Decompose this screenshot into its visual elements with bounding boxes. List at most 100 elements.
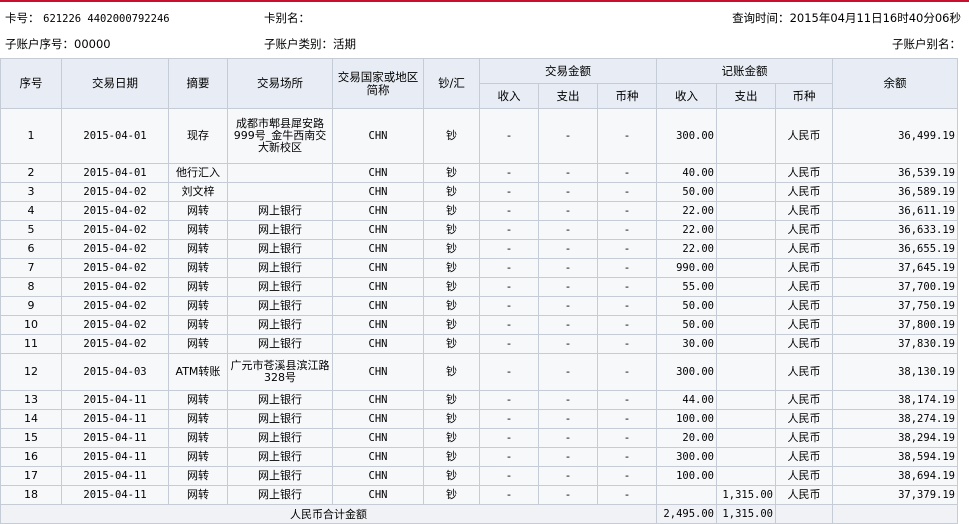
row-book-income: 300.00: [656, 447, 717, 467]
row-book-currency: 人民币: [775, 485, 833, 505]
row-country: CHN: [332, 201, 424, 221]
row-place: 网上银行: [227, 315, 333, 335]
row-summary: 网转: [168, 239, 228, 259]
row-place: 网上银行: [227, 258, 333, 278]
row-seq: 4: [0, 201, 62, 221]
row-place: 网上银行: [227, 409, 333, 429]
row-book-income: 40.00: [656, 163, 717, 183]
row-book-expense: [716, 258, 776, 278]
row-trans-income: -: [479, 466, 539, 486]
row-balance: 38,694.19: [832, 466, 958, 486]
total-balance-empty: [832, 504, 958, 524]
row-country: CHN: [332, 277, 424, 297]
row-country: CHN: [332, 258, 424, 278]
card-alias-info: 卡别名：: [264, 10, 310, 26]
row-book-expense: [716, 277, 776, 297]
row-place: 广元市苍溪县滨江路328号: [227, 353, 333, 391]
sub-account-type-label: 子账户类别：: [264, 37, 333, 51]
row-place: 网上银行: [227, 296, 333, 316]
row-seq: 6: [0, 239, 62, 259]
row-book-currency: 人民币: [775, 390, 833, 410]
row-trans-expense: -: [538, 466, 598, 486]
row-book-expense: [716, 334, 776, 354]
row-trans-income: -: [479, 485, 539, 505]
row-trans-expense: -: [538, 220, 598, 240]
row-book-income: 50.00: [656, 182, 717, 202]
row-book-income: 300.00: [656, 108, 717, 164]
row-book-income: 100.00: [656, 466, 717, 486]
row-book-income: 22.00: [656, 220, 717, 240]
row-book-currency: 人民币: [775, 447, 833, 467]
row-country: CHN: [332, 239, 424, 259]
row-summary: 网转: [168, 201, 228, 221]
row-trans-currency: -: [597, 409, 657, 429]
row-book-expense: [716, 353, 776, 391]
header-seq: 序号: [0, 58, 62, 109]
row-trans-currency: -: [597, 353, 657, 391]
sub-account-type-info: 子账户类别：活期: [264, 36, 356, 52]
table-row: 9 2015-04-02 网转 网上银行 CHN 钞 - - -50.00 人民币 37,750.1…: [0, 296, 958, 316]
row-date: 2015-04-02: [61, 201, 169, 221]
row-book-currency: 人民币: [775, 353, 833, 391]
row-book-currency: 人民币: [775, 220, 833, 240]
row-trans-currency: -: [597, 239, 657, 259]
row-balance: 37,379.19: [832, 485, 958, 505]
row-summary: ATM转账: [168, 353, 228, 391]
row-date: 2015-04-02: [61, 334, 169, 354]
row-country: CHN: [332, 466, 424, 486]
row-balance: 38,274.19: [832, 409, 958, 429]
header-country: 交易国家或地区简称: [332, 58, 424, 109]
row-trans-currency: -: [597, 220, 657, 240]
row-balance: 37,700.19: [832, 277, 958, 297]
row-place: 网上银行: [227, 390, 333, 410]
row-trans-expense: -: [538, 353, 598, 391]
total-row: 人民币合计金额 2,495.00 1,315.00: [0, 504, 958, 524]
row-book-income: 22.00: [656, 201, 717, 221]
row-country: CHN: [332, 220, 424, 240]
row-seq: 18: [0, 485, 62, 505]
row-place: 网上银行: [227, 428, 333, 448]
header-book-income: 收入: [656, 83, 717, 109]
row-trans-income: -: [479, 296, 539, 316]
query-time-label: 查询时间：: [732, 11, 790, 25]
card-number-label: 卡号：: [5, 11, 40, 25]
row-seq: 5: [0, 220, 62, 240]
row-country: CHN: [332, 182, 424, 202]
row-trans-income: -: [479, 409, 539, 429]
row-balance: 36,499.19: [832, 108, 958, 164]
row-balance: 37,800.19: [832, 315, 958, 335]
row-trans-currency: -: [597, 277, 657, 297]
table-row: 2 2015-04-01 他行汇入 CHN 钞 - - -40.00 人民币 36,539.19: [0, 163, 958, 183]
card-number-value: 621226 4402000792246: [43, 13, 170, 25]
row-summary: 网转: [168, 485, 228, 505]
table-row: 12 2015-04-03 ATM转账 广元市苍溪县滨江路328号 CHN 钞 - - -300…: [0, 353, 958, 391]
row-cash: 钞: [423, 485, 480, 505]
row-trans-expense: -: [538, 182, 598, 202]
row-book-expense: [716, 239, 776, 259]
row-date: 2015-04-11: [61, 409, 169, 429]
row-seq: 9: [0, 296, 62, 316]
table-footer: 人民币合计金额 2,495.00 1,315.00: [0, 504, 958, 524]
row-book-income: 44.00: [656, 390, 717, 410]
row-seq: 10: [0, 315, 62, 335]
row-book-expense: [716, 390, 776, 410]
row-summary: 现存: [168, 108, 228, 164]
row-book-currency: 人民币: [775, 108, 833, 164]
sub-account-alias-label: 子账户别名：: [892, 37, 961, 51]
row-book-currency: 人民币: [775, 466, 833, 486]
row-cash: 钞: [423, 182, 480, 202]
row-seq: 1: [0, 108, 62, 164]
row-book-currency: 人民币: [775, 334, 833, 354]
header-book-expense: 支出: [716, 83, 776, 109]
table-row: 6 2015-04-02 网转 网上银行 CHN 钞 - - -22.00 人民币 36,655.1…: [0, 239, 958, 259]
row-date: 2015-04-11: [61, 447, 169, 467]
table-body: 1 2015-04-01 现存 成都市郫县犀安路999号_金牛西南交大新校区 CHN 钞 -…: [0, 108, 958, 505]
table-row: 5 2015-04-02 网转 网上银行 CHN 钞 - - -22.00 人民币 36,633.1…: [0, 220, 958, 240]
row-book-income: 50.00: [656, 296, 717, 316]
row-book-currency: 人民币: [775, 428, 833, 448]
row-cash: 钞: [423, 277, 480, 297]
table-row: 8 2015-04-02 网转 网上银行 CHN 钞 - - -55.00 人民币 37,700.1…: [0, 277, 958, 297]
row-trans-income: -: [479, 163, 539, 183]
row-seq: 3: [0, 182, 62, 202]
row-balance: 37,750.19: [832, 296, 958, 316]
